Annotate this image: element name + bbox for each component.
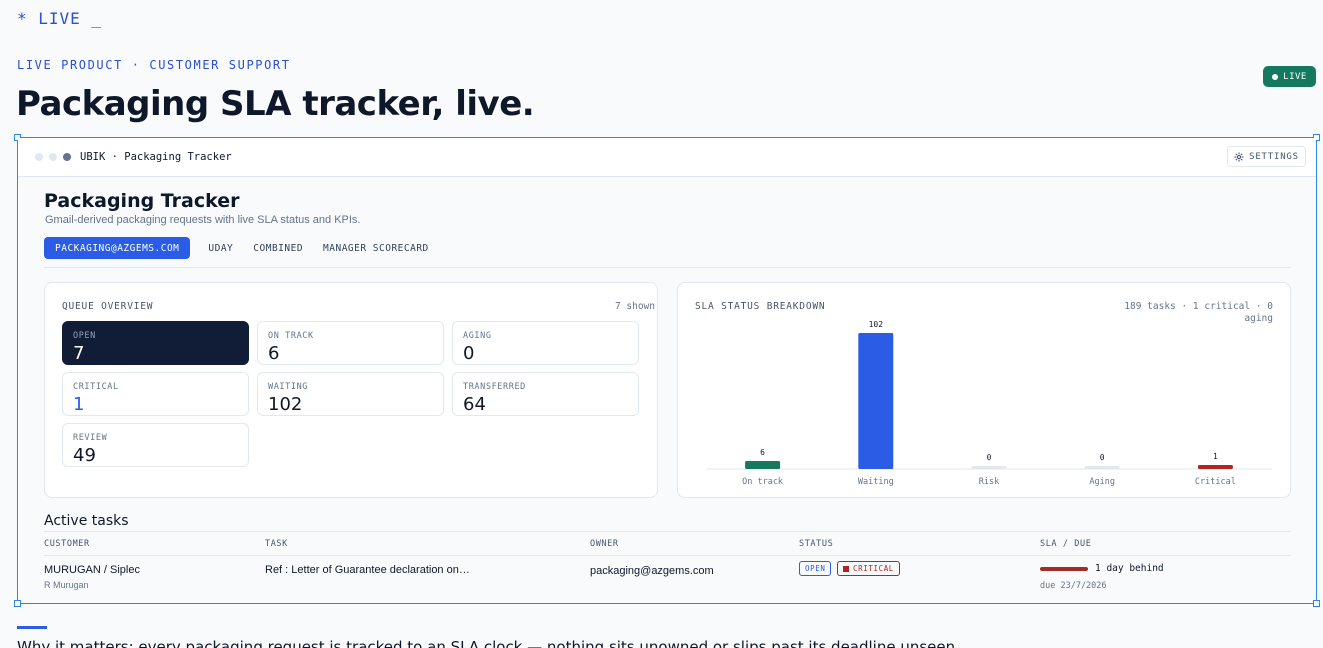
kpi-aging[interactable]: AGING 0 — [452, 321, 639, 365]
window-dot-icon — [35, 153, 43, 161]
active-tasks-title: Active tasks — [44, 513, 129, 529]
sla-bar-chart: 6 On track 102 Waiting 0 Risk 0 Aging 1 Critical — [706, 320, 1272, 487]
bar-value-label: 6 — [760, 448, 765, 457]
app-title-bar: UBIK · Packaging Tracker SETTINGS — [18, 138, 1316, 177]
kpi-on-track[interactable]: ON TRACK 6 — [257, 321, 444, 365]
resize-handle-bottom-left[interactable] — [14, 600, 21, 607]
category-tick-label: Critical — [1195, 477, 1236, 487]
bar-value-label: 1 — [1213, 452, 1218, 461]
sla-progress-bar — [1040, 567, 1088, 571]
brand-logo[interactable]: * LIVE _ — [17, 9, 102, 28]
kpi-value: 49 — [73, 445, 96, 466]
row-owner: packaging@azgems.com — [590, 565, 714, 577]
tab-packaging[interactable]: PACKAGING@AZGEMS.COM — [44, 237, 191, 259]
footer-accent-rule — [17, 626, 47, 629]
window-dots — [35, 153, 71, 161]
eyebrow: LIVE PRODUCT · CUSTOMER SUPPORT — [17, 58, 291, 72]
tracker-title: Packaging Tracker — [44, 190, 240, 212]
gear-icon — [1234, 152, 1244, 161]
tasks-table-header: CUSTOMER TASK OWNER STATUS SLA / DUE — [44, 531, 1291, 556]
bar-value-label: 0 — [987, 453, 992, 462]
kpi-value: 1 — [73, 394, 85, 415]
bar-waiting[interactable] — [858, 333, 894, 469]
kpi-label: AGING — [463, 331, 492, 341]
category-tick-label: Risk — [979, 477, 999, 487]
kpi-value: 7 — [73, 343, 85, 364]
column-header-status[interactable]: STATUS — [799, 539, 833, 549]
category-tick-label: Aging — [1089, 477, 1115, 487]
row-customer: MURUGAN / Siplec — [44, 564, 140, 576]
queue-shown-count: 7 shown — [614, 301, 655, 312]
app-window: UBIK · Packaging Tracker SETTINGS Packag… — [14, 134, 1320, 607]
tab-uday[interactable]: UDAY — [198, 237, 243, 259]
live-badge-label: LIVE — [1283, 71, 1307, 82]
sla-breakdown-panel: SLA STATUS BREAKDOWN 189 tasks · 1 criti… — [677, 282, 1291, 498]
live-badge: LIVE — [1263, 66, 1316, 87]
bar-value-label: 102 — [869, 320, 884, 329]
kpi-transferred[interactable]: TRANSFERRED 64 — [452, 372, 639, 416]
status-badge-open: OPEN — [799, 561, 832, 576]
kpi-open[interactable]: OPEN 7 — [62, 321, 249, 365]
bar-value-label: 0 — [1100, 453, 1105, 462]
window-dot-icon — [63, 153, 71, 161]
kpi-value: 6 — [268, 343, 280, 364]
footer-why-it-matters: Why it matters: every packaging request … — [17, 638, 960, 648]
live-dot-icon — [1272, 73, 1279, 80]
bar-risk[interactable] — [971, 466, 1007, 469]
tracker-subtitle: Gmail-derived packaging requests with li… — [45, 214, 361, 226]
kpi-label: OPEN — [73, 331, 96, 341]
queue-overview-panel: QUEUE OVERVIEW 7 shown OPEN 7 ON TRACK 6… — [44, 282, 658, 498]
bar-critical[interactable] — [1197, 465, 1233, 469]
tab-combined[interactable]: COMBINED — [243, 237, 313, 259]
critical-square-icon — [843, 565, 849, 572]
column-header-customer[interactable]: CUSTOMER — [44, 539, 90, 549]
column-header-owner[interactable]: OWNER — [590, 539, 619, 549]
kpi-value: 0 — [463, 343, 475, 364]
kpi-review[interactable]: REVIEW 49 — [62, 423, 249, 467]
kpi-critical[interactable]: CRITICAL 1 — [62, 372, 249, 416]
row-due: due 23/7/2026 — [1040, 581, 1107, 591]
column-header-task[interactable]: TASK — [265, 539, 288, 549]
row-contact: R Murugan — [44, 580, 89, 590]
kpi-label: WAITING — [268, 382, 309, 392]
page-title: Packaging SLA tracker, live. — [16, 84, 535, 124]
tab-bar: PACKAGING@AZGEMS.COM UDAY COMBINED MANAG… — [44, 237, 439, 259]
table-row[interactable]: MURUGAN / Siplec R Murugan Ref : Letter … — [44, 557, 1291, 597]
tab-manager-scorecard[interactable]: MANAGER SCORECARD — [313, 237, 439, 259]
category-tick-label: On track — [742, 477, 783, 487]
kpi-label: TRANSFERRED — [463, 382, 526, 392]
bar-aging[interactable] — [1084, 466, 1120, 469]
critical-badge-label: CRITICAL — [853, 564, 894, 573]
app-name: UBIK · Packaging Tracker — [80, 151, 232, 163]
kpi-label: REVIEW — [73, 433, 108, 443]
settings-button[interactable]: SETTINGS — [1227, 146, 1306, 167]
row-sla: 1 day behind — [1095, 563, 1164, 574]
status-badge-critical: CRITICAL — [837, 561, 900, 576]
tab-divider — [44, 267, 1291, 268]
queue-overview-label: QUEUE OVERVIEW — [62, 301, 154, 312]
bar-on-track[interactable] — [745, 461, 781, 469]
kpi-label: ON TRACK — [268, 331, 314, 341]
category-tick-label: Waiting — [858, 477, 894, 487]
row-task[interactable]: Ref : Letter of Guarantee declaration on… — [265, 564, 470, 576]
kpi-value: 64 — [463, 394, 486, 415]
resize-handle-bottom-right[interactable] — [1313, 600, 1320, 607]
settings-label: SETTINGS — [1249, 151, 1299, 162]
kpi-label: CRITICAL — [73, 382, 119, 392]
window-dot-icon — [49, 153, 57, 161]
column-header-sla-due[interactable]: SLA / DUE — [1040, 539, 1091, 549]
kpi-value: 102 — [268, 394, 303, 415]
kpi-waiting[interactable]: WAITING 102 — [257, 372, 444, 416]
